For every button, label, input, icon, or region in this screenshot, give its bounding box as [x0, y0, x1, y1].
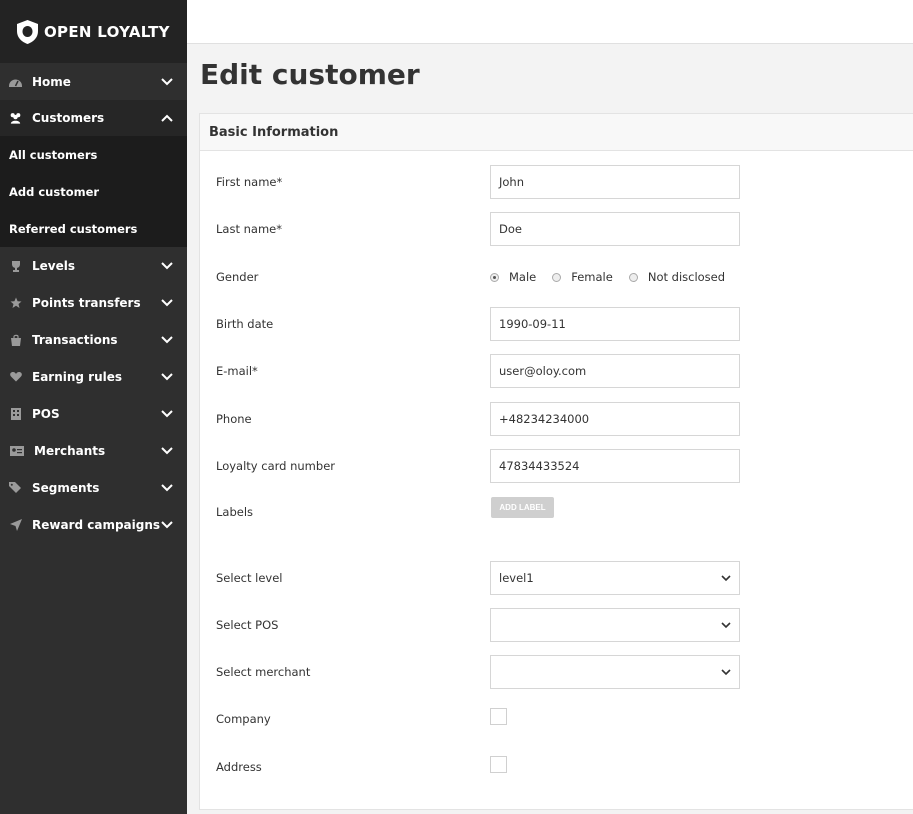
gender-label: Gender [216, 270, 259, 284]
top-bar [187, 0, 913, 44]
nav-label: Merchants [34, 443, 106, 458]
add-label-button[interactable]: ADD LABEL [491, 497, 554, 518]
trophy-icon [9, 260, 22, 272]
nav-item-segments[interactable]: Segments [0, 469, 187, 506]
chevron-up-icon [161, 114, 173, 122]
nav-item-transactions[interactable]: Transactions [0, 321, 187, 358]
chevron-down-icon [161, 298, 173, 306]
phone-input[interactable]: +48234234000 [490, 402, 740, 436]
nav-label: Points transfers [32, 295, 141, 310]
nav-item-levels[interactable]: Levels [0, 247, 187, 284]
company-checkbox[interactable] [490, 708, 507, 725]
email-input[interactable]: user@oloy.com [490, 354, 740, 388]
chevron-down-icon [161, 335, 173, 343]
gender-radio-male[interactable] [490, 272, 499, 282]
chevron-down-icon [721, 668, 731, 675]
nav-item-reward-campaigns[interactable]: Reward campaigns [0, 506, 187, 543]
first-name-label: First name* [216, 175, 283, 189]
gender-option-label: Male [509, 270, 537, 284]
nav-label: Segments [32, 480, 100, 495]
panel-title: Basic Information [200, 114, 913, 151]
chevron-down-icon [161, 372, 173, 380]
customers-submenu: All customers Add customer Referred cust… [0, 136, 187, 247]
dashboard-icon [9, 76, 22, 88]
shield-logo-icon [17, 19, 38, 44]
sub-item-referred-customers[interactable]: Referred customers [0, 210, 187, 247]
heart-icon [9, 371, 22, 383]
loyalty-card-input[interactable]: 47834433524 [490, 449, 740, 483]
send-icon [9, 518, 22, 531]
pos-label: Select POS [216, 618, 279, 632]
gender-option-label: Female [571, 270, 613, 284]
level-select-value: level1 [499, 571, 534, 585]
nav-item-pos[interactable]: POS [0, 395, 187, 432]
phone-label: Phone [216, 412, 252, 426]
gender-radio-group: Male Female Not disclosed [490, 269, 741, 285]
star-icon [9, 297, 22, 309]
gender-radio-female[interactable] [552, 272, 562, 282]
birth-date-label: Birth date [216, 317, 274, 331]
brand-logo[interactable]: OPEN LOYALTY [0, 0, 187, 63]
nav-label: Earning rules [32, 369, 123, 384]
first-name-input[interactable]: John [490, 165, 740, 199]
email-label: E-mail* [216, 364, 258, 378]
nav-item-merchants[interactable]: Merchants [0, 432, 187, 469]
chevron-down-icon [161, 520, 173, 528]
gender-option-label: Not disclosed [647, 270, 726, 284]
basic-information-panel: Basic Information First name* John Last … [199, 113, 913, 810]
company-label: Company [216, 712, 271, 726]
nav-item-earning-rules[interactable]: Earning rules [0, 358, 187, 395]
nav-label: POS [32, 406, 60, 421]
level-select[interactable]: level1 [490, 561, 740, 595]
address-checkbox[interactable] [490, 756, 507, 773]
pos-select[interactable] [490, 608, 740, 642]
id-card-icon [9, 445, 24, 457]
chevron-down-icon [161, 77, 173, 85]
brand-name: OPEN LOYALTY [44, 22, 170, 41]
nav-label: Levels [32, 258, 76, 273]
gender-radio-not-disclosed[interactable] [628, 272, 638, 282]
sub-item-add-customer[interactable]: Add customer [0, 173, 187, 210]
nav-item-customers[interactable]: Customers [0, 100, 187, 136]
tags-icon [9, 481, 22, 494]
nav-item-points-transfers[interactable]: Points transfers [0, 284, 187, 321]
chevron-down-icon [721, 621, 731, 628]
chevron-down-icon [721, 574, 731, 581]
chevron-down-icon [161, 261, 173, 269]
sub-item-all-customers[interactable]: All customers [0, 136, 187, 173]
level-label: Select level [216, 571, 283, 585]
loyalty-card-label: Loyalty card number [216, 459, 335, 473]
users-icon [9, 112, 22, 124]
page-title: Edit customer [200, 58, 420, 91]
chevron-down-icon [161, 409, 173, 417]
chevron-down-icon [161, 483, 173, 491]
nav-item-home[interactable]: Home [0, 63, 187, 100]
nav-label: Customers [32, 111, 105, 125]
nav-label: Transactions [32, 332, 118, 347]
birth-date-input[interactable]: 1990-09-11 [490, 307, 740, 341]
sidebar: OPEN LOYALTY Home Customers All customer… [0, 0, 187, 814]
last-name-label: Last name* [216, 222, 282, 236]
labels-label: Labels [216, 505, 254, 519]
last-name-input[interactable]: Doe [490, 212, 740, 246]
bag-icon [9, 334, 22, 346]
building-icon [9, 407, 22, 420]
nav-label: Reward campaigns [32, 517, 161, 532]
chevron-down-icon [161, 446, 173, 454]
merchant-select[interactable] [490, 655, 740, 689]
merchant-label: Select merchant [216, 665, 311, 679]
address-label: Address [216, 760, 262, 774]
nav-label: Home [32, 74, 71, 89]
